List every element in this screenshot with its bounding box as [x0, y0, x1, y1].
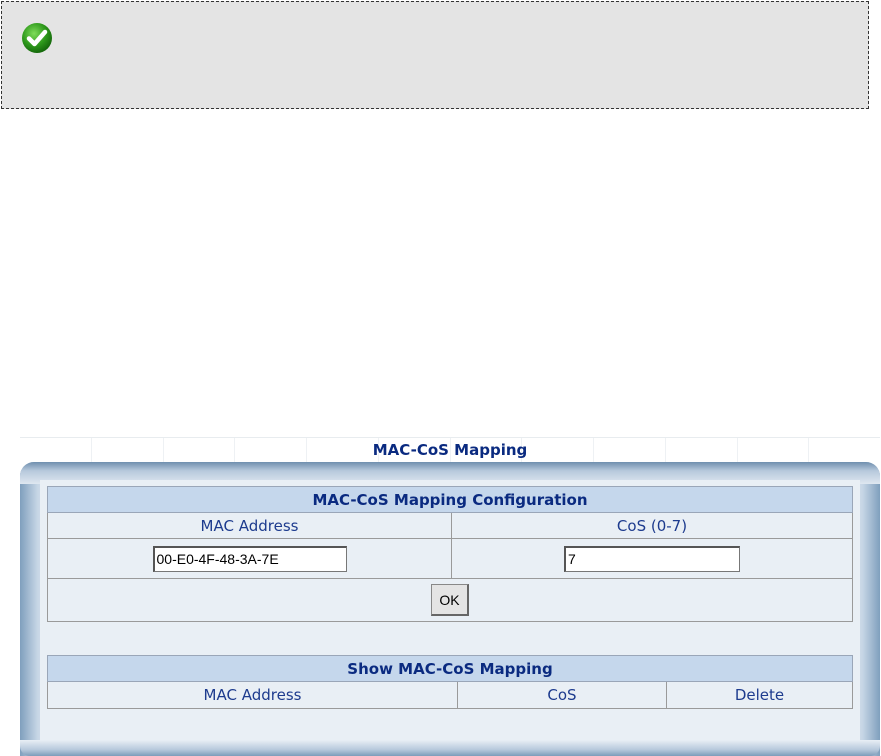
mac-address-input[interactable]: [152, 545, 347, 572]
mac-input-cell: [47, 538, 452, 579]
config-table-header: MAC-CoS Mapping Configuration: [47, 486, 853, 513]
show-col-mac-address: MAC Address: [47, 681, 458, 709]
config-table: MAC-CoS Mapping Configuration MAC Addres…: [47, 486, 853, 622]
cos-input-cell: [451, 538, 853, 579]
page-title: MAC-CoS Mapping: [372, 441, 528, 459]
show-table: Show MAC-CoS Mapping MAC Address CoS Del…: [47, 655, 853, 709]
ok-button[interactable]: OK: [431, 584, 469, 616]
show-table-header: Show MAC-CoS Mapping: [47, 655, 853, 682]
show-col-cos: CoS: [457, 681, 667, 709]
cos-input[interactable]: [564, 545, 740, 572]
config-col-mac-address: MAC Address: [47, 512, 452, 539]
config-col-cos: CoS (0-7): [451, 512, 853, 539]
check-circle-icon: [22, 23, 52, 53]
show-col-delete: Delete: [666, 681, 853, 709]
ok-button-cell: OK: [47, 578, 853, 622]
panel-frame-bottom: [20, 740, 880, 756]
notice-box: [1, 1, 869, 109]
